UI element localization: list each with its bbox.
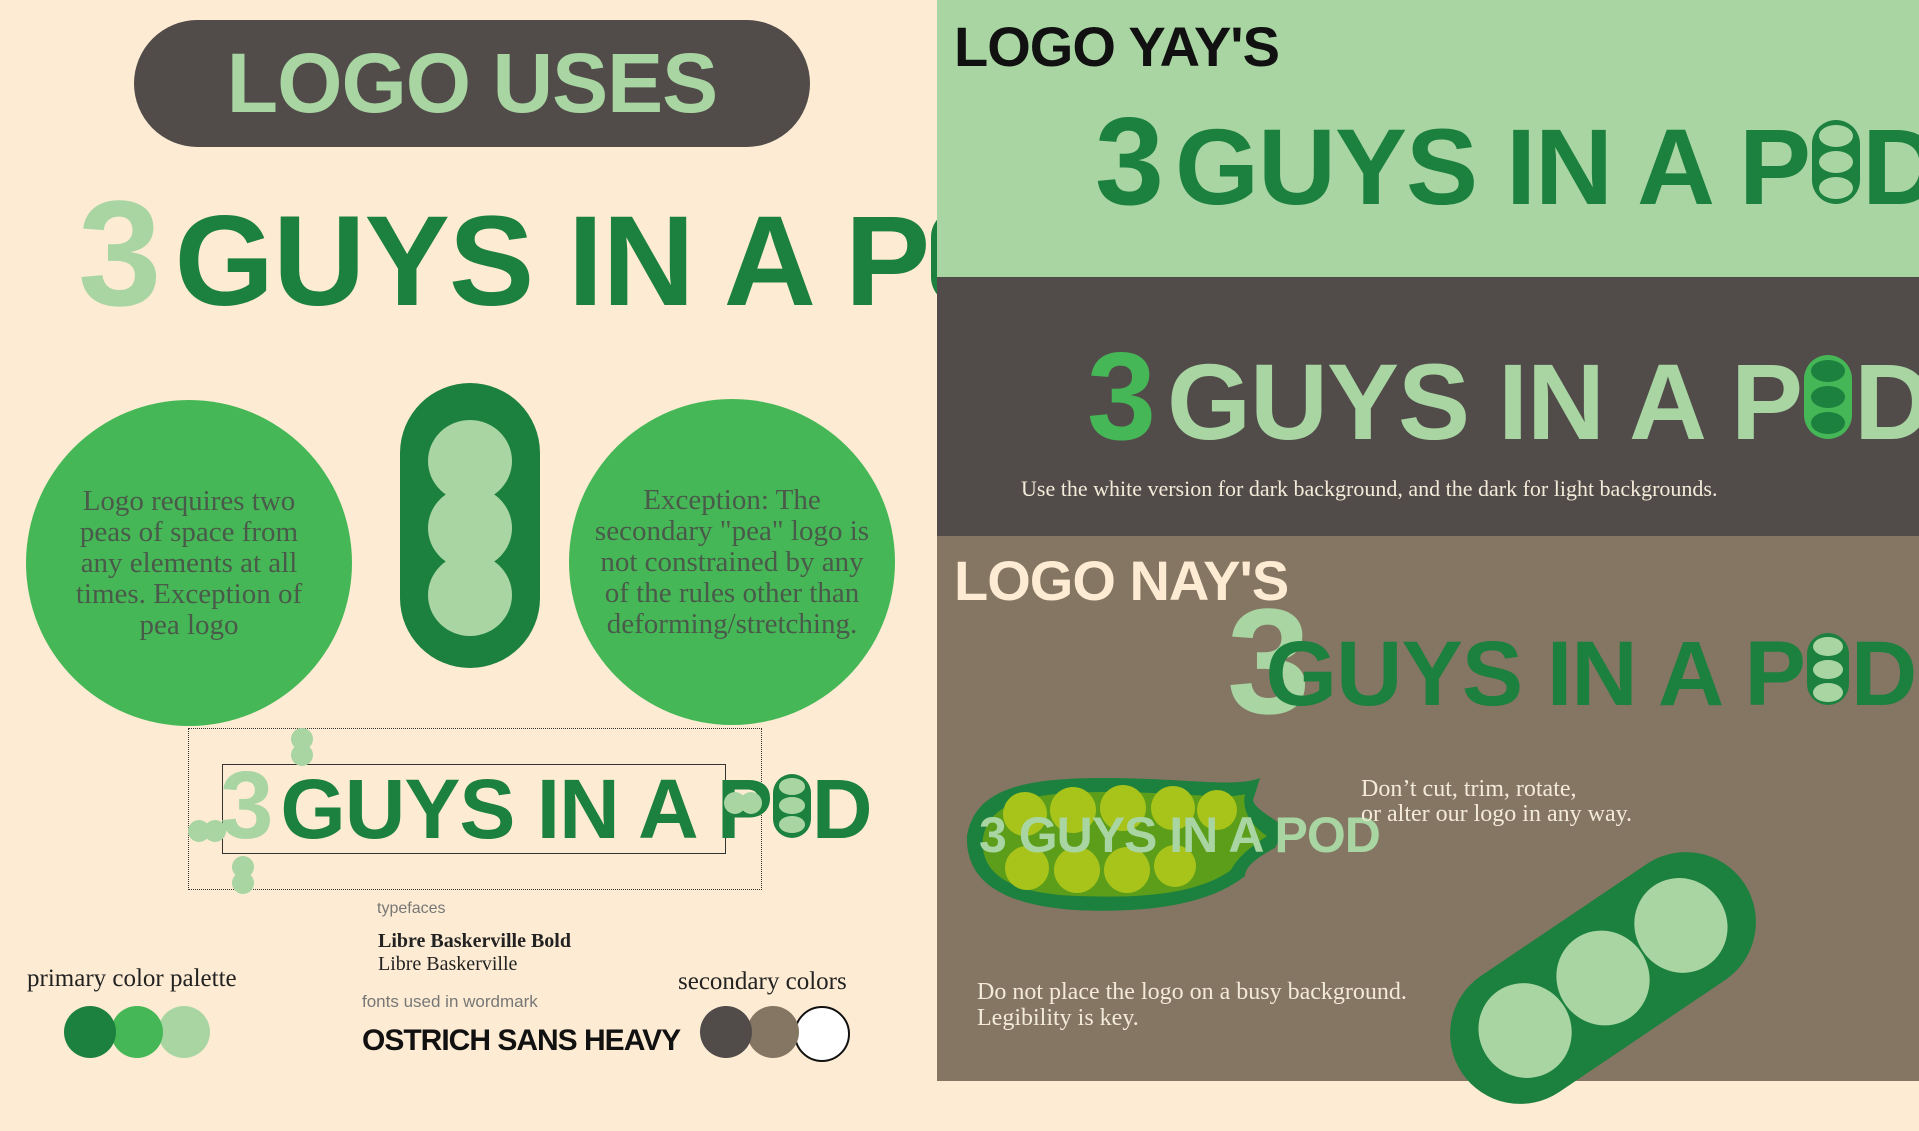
busy-logo-text: 3 GUYS IN A POD [979,807,1381,863]
secondary-swatch [700,1006,752,1058]
clear-space-three: 3 [220,752,273,859]
primary-palette-label: primary color palette [27,965,237,992]
wordmark-three: 3 [78,169,161,337]
pea-pod-o-icon [772,774,811,838]
primary-swatch [111,1006,163,1058]
busy-note-line-1: Do not place the logo on a busy backgrou… [977,979,1407,1005]
main-wordmark: 3GUYS IN A PD [78,169,1082,337]
clear-space-wordmark: 3GUYS IN A P D [220,752,873,859]
nay-altered-wordmark: 3GUYS IN A PD [1227,586,1917,736]
spacing-pea-top-2 [291,744,313,766]
pea-pod-logo-icon [400,383,540,668]
yay-light-three: 3 [1095,93,1164,231]
spacing-pea-right-2 [740,792,762,814]
secondary-colors-label: secondary colors [678,968,847,995]
rotated-pea-pod-icon [1422,824,1784,1131]
pea-pod-o-icon [1812,120,1861,204]
typeface-bold: Libre Baskerville Bold [378,930,571,952]
clear-space-end: D [811,762,873,856]
pea-pod-o-icon [1804,355,1853,439]
pea-exception-circle: Exception: The secondary "pea" logo is n… [569,399,895,725]
logo-yays-title: LOGO YAY'S [954,15,1280,78]
typeface-regular: Libre Baskerville [378,953,518,975]
primary-swatch [64,1006,116,1058]
secondary-swatch [747,1006,799,1058]
spacing-rule-text: Logo requires two peas of space from any… [75,484,303,641]
logo-nays-panel: LOGO NAY'S 3GUYS IN A PD 3 GUYS IN A POD… [937,536,1919,1131]
fonts-label: fonts used in wordmark [362,992,538,1011]
yay-wordmark-light: 3 GUYS IN A PD [1095,100,1919,224]
yay-dark-text: GUYS IN A P [1166,341,1803,462]
logo-uses-title: LOGO USES [226,36,718,130]
secondary-swatch [794,1006,850,1062]
typefaces-label: typefaces [377,900,446,917]
alter-note-line-1: Don’t cut, trim, rotate, [1361,776,1577,802]
yay-light-text: GUYS IN A P [1174,106,1811,227]
nay-altered-end: D [1850,623,1917,725]
clear-space-text: GUYS IN A P [280,762,773,856]
dark-background-note: Use the white version for dark backgroun… [1021,476,1718,501]
logo-dark-background-panel: 3 GUYS IN A P D Use the white version for … [937,277,1919,536]
busy-note-line-2: Legibility is key. [977,1005,1139,1031]
spacing-rule-circle: Logo requires two peas of space from any… [26,400,352,726]
pea-pod-o-icon [1806,633,1849,705]
logo-uses-header: LOGO USES [134,20,810,147]
yay-light-end: D [1862,106,1919,227]
primary-swatch [158,1006,210,1058]
logo-uses-panel: LOGO USES 3GUYS IN A PD Logo requires tw… [0,0,1082,1081]
yay-dark-end: D [1854,341,1919,462]
alter-note-line-2: or alter our logo in any way. [1361,801,1633,827]
spacing-pea-bottom-2 [232,872,254,894]
logo-yays-panel: LOGO YAY'S 3 GUYS IN A P D [937,0,1919,277]
yay-wordmark-dark: 3 GUYS IN A PD [1087,335,1919,459]
nay-altered-text: GUYS IN A P [1265,623,1805,725]
wordmark-text: GUYS IN A P [174,190,930,333]
spacing-pea-left-2 [204,820,226,842]
wordmark-font-name: OSTRICH SANS HEAVY [362,1024,681,1057]
pea-exception-text: Exception: The secondary "pea" logo is n… [594,483,870,640]
yay-dark-three: 3 [1087,328,1156,466]
